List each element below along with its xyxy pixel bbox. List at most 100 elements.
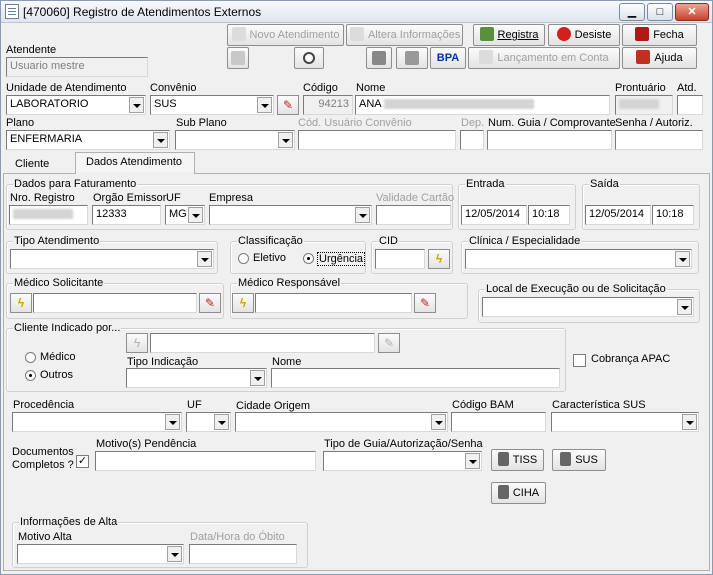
close-button[interactable]: ✕ [675,3,709,21]
completos-label: Completos ? [12,459,74,471]
orgao-emissor-label: Orgão Emissor [93,192,167,204]
altera-informacoes-button[interactable]: Altera Informações [346,24,463,46]
medico-solicitante-field[interactable] [33,293,197,313]
indicado-edit-button[interactable]: ✎ [378,333,400,353]
chevron-down-icon [278,132,293,148]
subplano-select[interactable] [175,130,295,150]
chevron-down-icon [188,207,203,223]
sus-label: SUS [575,454,598,466]
medico-responsavel-field[interactable] [255,293,412,313]
clinica-select[interactable] [465,249,692,269]
saida-time-field[interactable]: 10:18 [652,205,694,225]
export-button[interactable] [227,47,249,69]
outros-radio[interactable] [25,370,36,381]
indicado-nome-field[interactable] [271,368,560,388]
maximize-button[interactable]: □ [647,3,673,21]
search-button[interactable] [294,47,324,69]
nome-field[interactable]: ANA [355,95,610,115]
desiste-button[interactable]: Desiste [548,24,620,46]
codigo-bam-field[interactable] [451,412,546,432]
tiss-button[interactable]: TISS [491,449,544,471]
medico-responsavel-edit-button[interactable]: ✎ [414,293,436,313]
ciha-button[interactable]: CIHA [491,482,546,504]
bpa-button[interactable]: BPA [430,47,466,69]
medico-solicitante-edit-button[interactable]: ✎ [199,293,221,313]
motivo-pendencia-field[interactable] [95,451,316,471]
cod-usuario-field[interactable] [298,130,456,150]
unidade-select[interactable]: LABORATORIO [6,95,146,115]
sus-button[interactable]: SUS [552,449,606,471]
prontuario-field[interactable] [615,95,673,115]
dep-field[interactable] [460,130,484,150]
nro-registro-field[interactable] [9,205,88,225]
document-icon [497,485,509,499]
cidade-origem-select[interactable] [235,412,448,432]
tab-cliente[interactable]: Cliente [6,154,59,174]
print-button[interactable] [366,47,392,69]
fecha-label: Fecha [653,29,684,41]
export-icon [231,51,245,65]
lightning-icon: ϟ [435,252,443,266]
chevron-down-icon [677,299,692,315]
documentos-completos-checkbox[interactable]: ✓ [76,455,89,468]
cid-search-button[interactable]: ϟ [428,249,450,269]
orgao-emissor-field[interactable]: 12333 [92,205,161,225]
num-guia-field[interactable] [487,130,612,150]
caracteristica-sus-select[interactable] [551,412,699,432]
indicado-code-field[interactable] [150,333,375,353]
uf-label: UF [166,192,181,204]
cobranca-apac-checkbox[interactable] [573,354,586,367]
procedencia-uf-select[interactable] [186,412,231,432]
registra-button[interactable]: Registra [473,24,545,46]
help-icon [636,50,651,64]
urgencia-label: Urgência [317,252,366,266]
local-execucao-select[interactable] [482,297,694,317]
copy-button[interactable] [396,47,428,69]
convenio-label: Convênio [150,82,197,94]
atendente-label: Atendente [6,44,57,56]
procedencia-label: Procedência [13,399,75,411]
tipo-atendimento-select[interactable] [10,249,214,269]
novo-atendimento-button[interactable]: Novo Atendimento [227,24,344,46]
obito-field[interactable] [189,544,297,564]
fecha-button[interactable]: Fecha [622,24,697,46]
redacted-registro [13,209,73,220]
chevron-down-icon [257,97,272,113]
uf-select[interactable]: MG [165,205,205,225]
medico-responsavel-search-button[interactable]: ϟ [232,293,254,313]
atd-field[interactable] [677,95,703,115]
tipo-guia-select[interactable] [323,451,482,471]
senha-field[interactable] [615,130,703,150]
codigo-field[interactable]: 94213 [303,95,353,115]
minimize-button[interactable]: ▁ [619,3,645,21]
cid-field[interactable] [375,249,425,269]
plano-select[interactable]: ENFERMARIA [6,130,170,150]
register-icon [479,27,494,41]
procedencia-select[interactable] [12,412,182,432]
exit-door-icon [635,27,650,41]
ciha-label: CIHA [512,487,540,499]
tipo-indicacao-select[interactable] [126,368,267,388]
atendente-field[interactable]: Usuario mestre [6,57,148,77]
motivo-alta-select[interactable] [17,544,184,564]
urgencia-radio[interactable] [303,253,314,264]
empresa-select[interactable] [209,205,372,225]
entrada-date-field[interactable]: 12/05/2014 [461,205,527,225]
ajuda-button[interactable]: Ajuda [622,47,697,69]
convenio-select[interactable]: SUS [150,95,274,115]
edit-document-icon [350,27,364,41]
saida-date-field[interactable]: 12/05/2014 [585,205,651,225]
eletivo-radio[interactable] [238,253,249,264]
medico-solicitante-search-button[interactable]: ϟ [10,293,32,313]
indicado-search-button[interactable]: ϟ [126,333,148,353]
nome-value: ANA [359,98,382,110]
plano-label: Plano [6,117,35,129]
medico-radio[interactable] [25,352,36,363]
alta-title: Informações de Alta [19,516,119,528]
lancamento-conta-button[interactable]: Lançamento em Conta [468,47,620,69]
validade-field[interactable] [376,205,451,225]
edit-convenio-button[interactable]: ✎ [277,95,299,115]
tab-dados-atendimento[interactable]: Dados Atendimento [75,152,195,174]
entrada-time-field[interactable]: 10:18 [528,205,570,225]
pencil-icon: ✎ [204,296,216,310]
